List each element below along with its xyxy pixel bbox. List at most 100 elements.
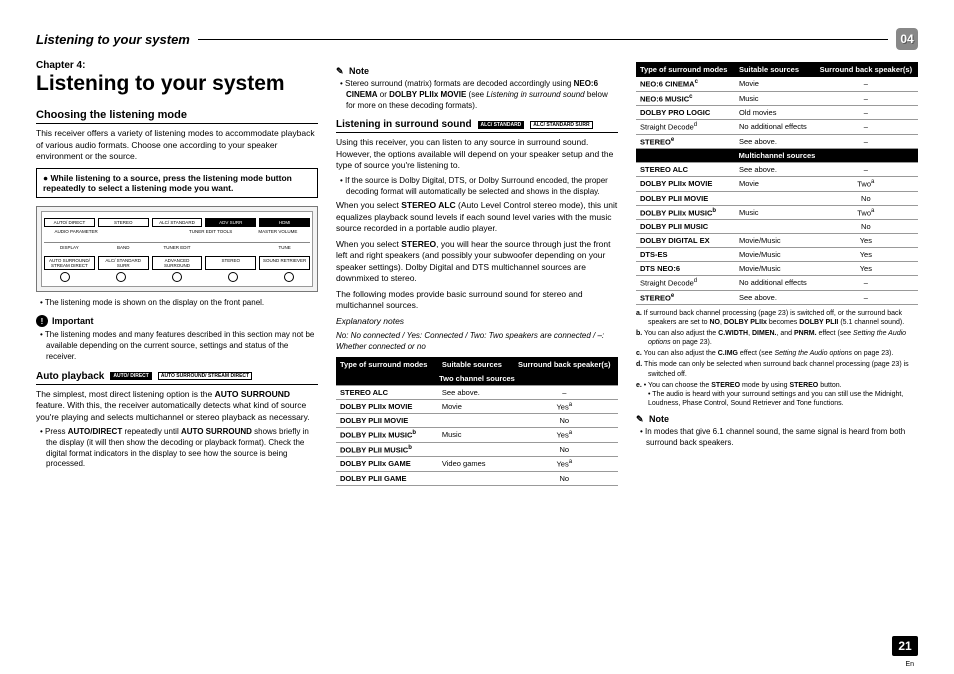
cell-source: Video games	[438, 457, 511, 472]
cell-source: Movie	[735, 177, 814, 192]
table-row: DOLBY PLIIx MUSICbMusicTwoa	[636, 205, 918, 220]
table-row: Straight DecodedNo additional effects–	[636, 276, 918, 291]
surround-p2: When you select STEREO ALC (Auto Level C…	[336, 200, 618, 234]
important-text: The listening modes and many features de…	[46, 330, 318, 362]
th-back: Surround back speaker(s)	[814, 62, 918, 77]
cell-source: Music	[735, 205, 814, 220]
btn-alc-standard: ALC/ STANDARD	[152, 218, 203, 227]
auto-playback-label: Auto playback	[36, 371, 104, 382]
note-heading-2: Note	[636, 414, 918, 424]
cell-back: –	[814, 91, 918, 106]
device-diagram: AUTO/ DIRECT STEREO ALC/ STANDARD ADV SU…	[36, 206, 318, 292]
note-matrix: Stereo surround (matrix) formats are dec…	[346, 79, 618, 111]
cell-source: Movie/Music	[735, 248, 814, 262]
cell-mode: DOLBY PLIIx MOVIE	[336, 399, 438, 414]
cell-back: –	[511, 385, 618, 399]
lbl-tune: TUNE	[259, 245, 310, 250]
note-61: In modes that give 6.1 channel sound, th…	[646, 427, 918, 449]
cell-back: Yes	[814, 262, 918, 276]
table-row: DOLBY DIGITAL EXMovie/MusicYes	[636, 234, 918, 248]
footnote-b: b. You can also adjust the C.WIDTH, DIME…	[648, 329, 918, 347]
important-heading: ! Important	[36, 315, 318, 327]
cell-source: Movie	[438, 399, 511, 414]
cell-back: No	[511, 471, 618, 485]
btn-sound-retr: SOUND RETRIEVER	[259, 256, 310, 270]
column-1: Chapter 4: Listening to your system Choo…	[36, 60, 318, 486]
knob-icon	[228, 272, 238, 282]
cell-source: See above.	[735, 134, 814, 149]
table-row: DTS-ESMovie/MusicYes	[636, 248, 918, 262]
table-row: DOLBY PLII GAME No	[336, 471, 618, 485]
cell-source	[438, 442, 511, 457]
footnote-e: e. • You can choose the STEREO mode by u…	[648, 381, 918, 408]
lbl-audio-param: AUDIO PARAMETER	[44, 229, 108, 234]
table-row: NEO:6 CINEMAcMovie–	[636, 77, 918, 91]
cell-source: See above.	[438, 385, 511, 399]
cell-source: See above.	[735, 163, 814, 177]
cell-back: No	[511, 414, 618, 428]
page-title: Listening to your system	[36, 73, 318, 95]
note-label: Note	[349, 66, 369, 76]
table-row: DTS NEO:6Movie/MusicYes	[636, 262, 918, 276]
btn-alc-surr-inline: ALC/ STANDARD SURR	[530, 121, 592, 129]
btn-auto-surround: AUTO SURROUND/ STREAM DIRECT	[44, 256, 95, 270]
table-row: DOLBY PLIIx MOVIEMovieTwoa	[636, 177, 918, 192]
section-choosing-mode: Choosing the listening mode	[36, 109, 318, 124]
cell-mode: DOLBY PLII GAME	[336, 471, 438, 485]
table-row: DOLBY PLII MUSICbNo	[336, 442, 618, 457]
cell-mode: DOLBY PLII MOVIE	[636, 191, 735, 205]
cell-back: –	[814, 106, 918, 120]
surround-p3: When you select STEREO, you will hear th…	[336, 239, 618, 285]
cell-source	[438, 471, 511, 485]
table-continued: Type of surround modes Suitable sources …	[636, 62, 918, 305]
lbl-tuner-tools: TUNER EDIT TOOLS	[179, 229, 243, 234]
column-2: Note Stereo surround (matrix) formats ar…	[336, 60, 618, 486]
pencil-icon	[336, 66, 346, 76]
auto-playback-text: The simplest, most direct listening opti…	[36, 389, 318, 423]
cell-back: No	[814, 191, 918, 205]
surround-sound-label: Listening in surround sound	[336, 119, 472, 130]
two-channel-label: Two channel sources	[336, 372, 618, 386]
table-row: DOLBY PLII MOVIE No	[636, 191, 918, 205]
header-rule	[198, 39, 888, 40]
btn-stereo2: STEREO	[205, 256, 256, 270]
page-header: Listening to your system 04	[36, 28, 918, 50]
table-row: DOLBY PRO LOGICOld movies–	[636, 106, 918, 120]
table-row: DOLBY PLIIx MOVIEMovieYesa	[336, 399, 618, 414]
cell-source: No additional effects	[735, 276, 814, 291]
cell-mode: DOLBY PLII MOVIE	[336, 414, 438, 428]
surround-p1: Using this receiver, you can listen to a…	[336, 137, 618, 171]
knob-icon	[60, 272, 70, 282]
cell-mode: STEREO ALC	[636, 163, 735, 177]
cell-mode: DOLBY PRO LOGIC	[636, 106, 735, 120]
cell-source: See above.	[735, 290, 814, 305]
footnotes: a. If surround back channel processing (…	[636, 309, 918, 408]
lbl-master-vol: MASTER VOLUME	[246, 229, 310, 234]
cell-back: Yes	[814, 248, 918, 262]
th-source: Suitable sources	[438, 357, 511, 372]
cell-back: No	[814, 220, 918, 234]
cell-mode: DOLBY DIGITAL EX	[636, 234, 735, 248]
cell-mode: STEREO ALC	[336, 385, 438, 399]
knob-icon	[116, 272, 126, 282]
important-icon: !	[36, 315, 48, 327]
cell-back: –	[814, 134, 918, 149]
btn-stereo: STEREO	[98, 218, 149, 227]
table-row: NEO:6 MUSICcMusic–	[636, 91, 918, 106]
surround-bullet1: If the source is Dolby Digital, DTS, or …	[346, 176, 618, 198]
cell-back: –	[814, 276, 918, 291]
th-mode: Type of surround modes	[636, 62, 735, 77]
cell-mode: NEO:6 MUSICc	[636, 91, 735, 106]
cell-mode: DOLBY PLIIx MUSICb	[336, 428, 438, 443]
table-row: Straight DecodedNo additional effects–	[636, 120, 918, 135]
cell-mode: STEREOe	[636, 134, 735, 149]
lbl-display: DISPLAY	[44, 245, 95, 250]
cell-back: No	[511, 442, 618, 457]
cell-mode: Straight Decoded	[636, 276, 735, 291]
btn-adv-surr: ADV SURR	[205, 218, 256, 227]
note-label-2: Note	[649, 414, 669, 424]
cell-mode: STEREOe	[636, 290, 735, 305]
cell-source: Movie/Music	[735, 234, 814, 248]
cell-source: Music	[438, 428, 511, 443]
choosing-intro: This receiver offers a variety of listen…	[36, 128, 318, 162]
